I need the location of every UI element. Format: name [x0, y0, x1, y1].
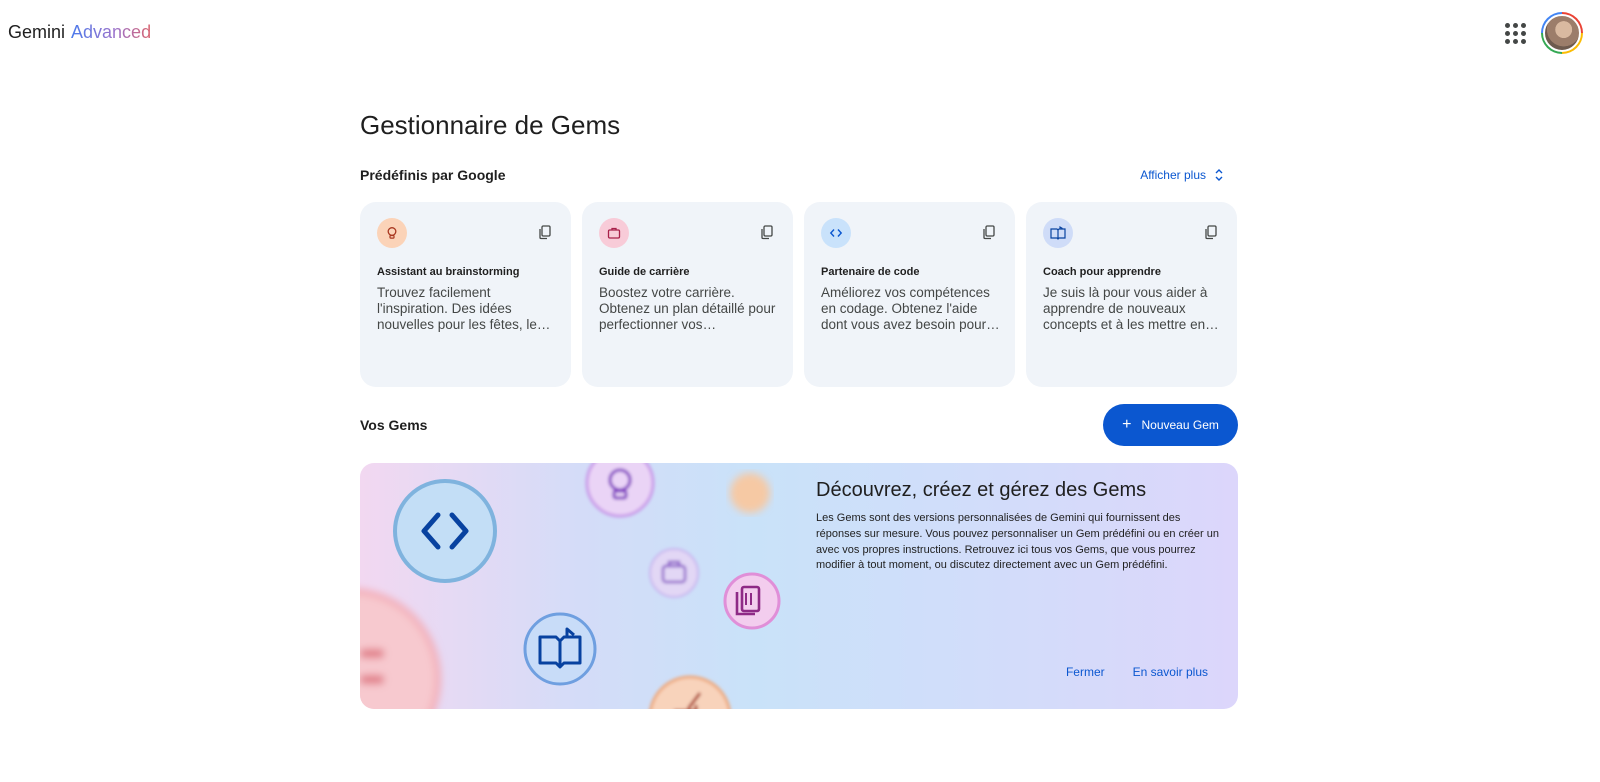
your-gems-section-title: Vos Gems [360, 417, 428, 433]
code-bubble-icon [393, 479, 497, 583]
page-title: Gestionnaire de Gems [360, 110, 621, 140]
show-more-label: Afficher plus [1140, 168, 1206, 182]
copy-icon[interactable] [759, 224, 775, 240]
gem-card-name: Coach pour apprendre [1043, 266, 1161, 278]
copy-icon[interactable] [537, 224, 553, 240]
gem-card-description: Je suis là pour vous aider à apprendre d… [1043, 285, 1208, 332]
gem-card-name: Assistant au brainstorming [377, 266, 520, 278]
show-more-button[interactable]: Afficher plus [1140, 168, 1238, 182]
gem-card-description: Trouvez facilement l'inspiration. Des id… [377, 285, 544, 332]
predefined-gems-list: Assistant au brainstorming Trouvez facil… [360, 202, 1238, 387]
copy-icon[interactable] [981, 224, 997, 240]
gem-card-description: Améliorez vos compétences en codage. Obt… [821, 285, 990, 332]
blurred-list-icon [360, 589, 441, 709]
gem-card-name: Guide de carrière [599, 266, 690, 278]
main-content: Gestionnaire de Gems Prédéfinis par Goog… [360, 100, 1238, 709]
gem-card-name: Partenaire de code [821, 266, 920, 278]
predefined-section-title: Prédéfinis par Google [360, 167, 506, 183]
banner-title: Découvrez, créez et gérez des Gems [816, 479, 1147, 501]
book-icon [1043, 218, 1073, 248]
new-gem-label: Nouveau Gem [1141, 418, 1219, 432]
lightbulb-bubble-icon [585, 463, 655, 518]
book-bubble-icon [523, 612, 597, 686]
brand-tier: Advanced [71, 22, 152, 42]
code-icon [821, 218, 851, 248]
top-bar: Gemini Advanced [0, 0, 1600, 64]
your-gems-header: Vos Gems + Nouveau Gem [360, 404, 1238, 446]
expand-chevron-icon [1215, 169, 1223, 181]
apps-grid-icon[interactable] [1502, 20, 1528, 46]
gem-card-learning-coach[interactable]: Coach pour apprendre Je suis là pour vou… [1026, 202, 1237, 387]
notes-bubble-icon [723, 572, 781, 630]
app-brand[interactable]: Gemini Advanced [8, 22, 151, 43]
banner-description: Les Gems sont des versions personnalisée… [816, 512, 1219, 572]
gem-card-code-partner[interactable]: Partenaire de code Améliorez vos compéte… [804, 202, 1015, 387]
new-gem-button[interactable]: + Nouveau Gem [1103, 404, 1238, 446]
brand-name: Gemini [8, 22, 66, 42]
gems-intro-banner: Découvrez, créez et gérez des Gems Les G… [360, 463, 1238, 709]
gem-card-brainstorming[interactable]: Assistant au brainstorming Trouvez facil… [360, 202, 571, 387]
copy-icon[interactable] [1203, 224, 1219, 240]
close-banner-button[interactable]: Fermer [1066, 665, 1105, 679]
briefcase-bubble-icon [649, 548, 699, 598]
banner-actions: Fermer En savoir plus [1066, 665, 1208, 679]
pen-bubble-icon [649, 675, 731, 709]
gem-card-description: Boostez votre carrière. Obtenez un plan … [599, 285, 776, 332]
avatar-image [1543, 14, 1581, 52]
avatar[interactable] [1541, 12, 1583, 54]
lightbulb-icon [377, 218, 407, 248]
predefined-header: Prédéfinis par Google Afficher plus [360, 165, 1238, 185]
gem-card-career-guide[interactable]: Guide de carrière Boostez votre carrière… [582, 202, 793, 387]
plus-icon: + [1122, 416, 1132, 433]
learn-more-link[interactable]: En savoir plus [1133, 665, 1208, 679]
briefcase-icon [599, 218, 629, 248]
